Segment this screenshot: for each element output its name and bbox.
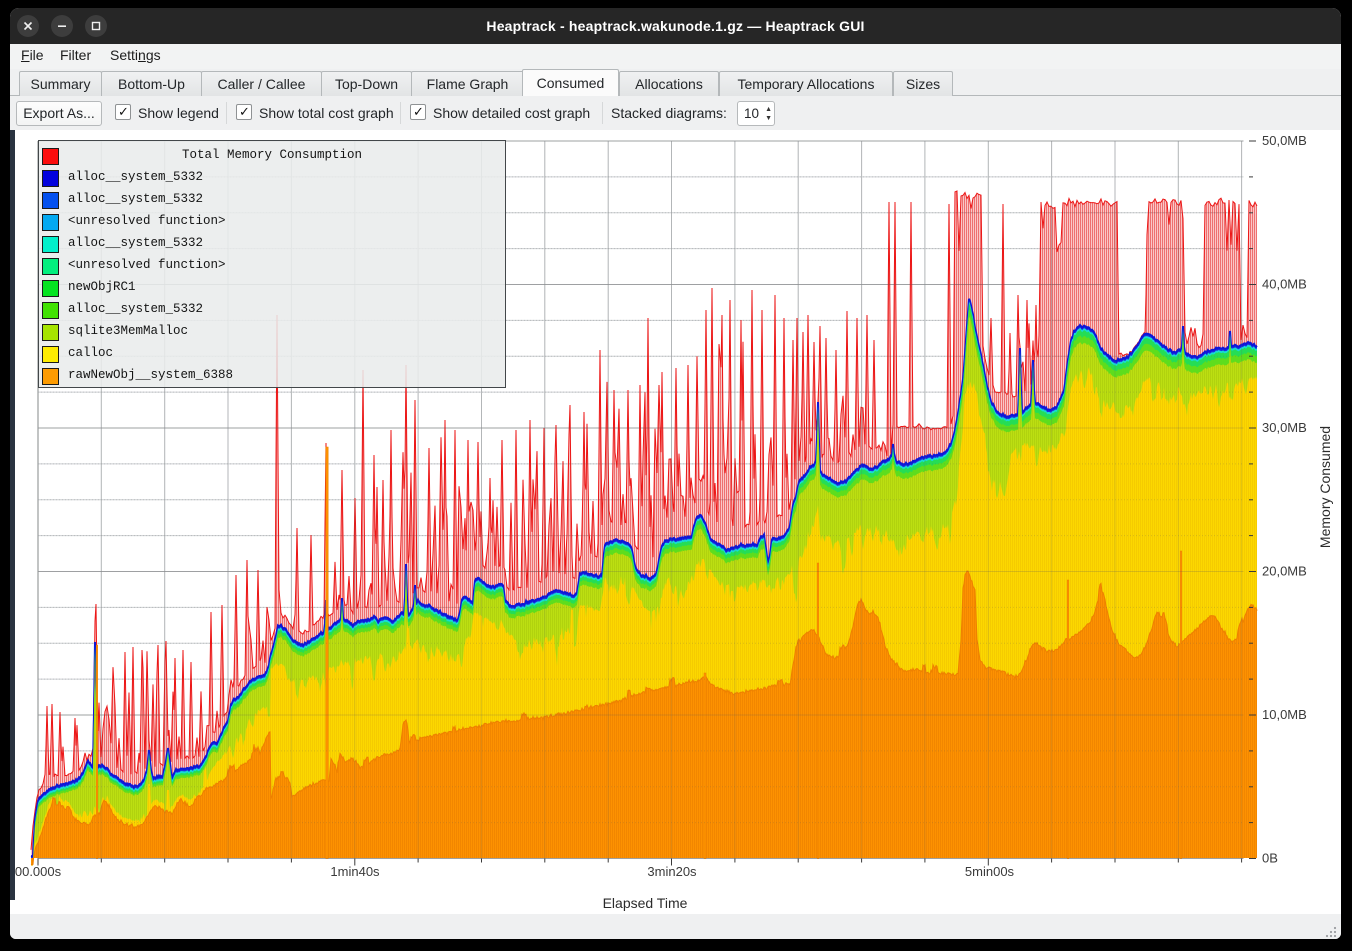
svg-text:50,0MB: 50,0MB	[1262, 133, 1307, 148]
svg-text:00.000s: 00.000s	[15, 864, 62, 879]
svg-text:0B: 0B	[1262, 851, 1278, 866]
svg-text:10,0MB: 10,0MB	[1262, 707, 1307, 722]
svg-text:3min20s: 3min20s	[647, 864, 697, 879]
svg-text:40,0MB: 40,0MB	[1262, 277, 1307, 292]
svg-text:30,0MB: 30,0MB	[1262, 420, 1307, 435]
svg-text:Memory Consumed: Memory Consumed	[1317, 426, 1333, 548]
svg-text:1min40s: 1min40s	[330, 864, 380, 879]
svg-text:5min00s: 5min00s	[965, 864, 1015, 879]
svg-text:Elapsed Time: Elapsed Time	[603, 895, 688, 911]
svg-text:20,0MB: 20,0MB	[1262, 564, 1307, 579]
